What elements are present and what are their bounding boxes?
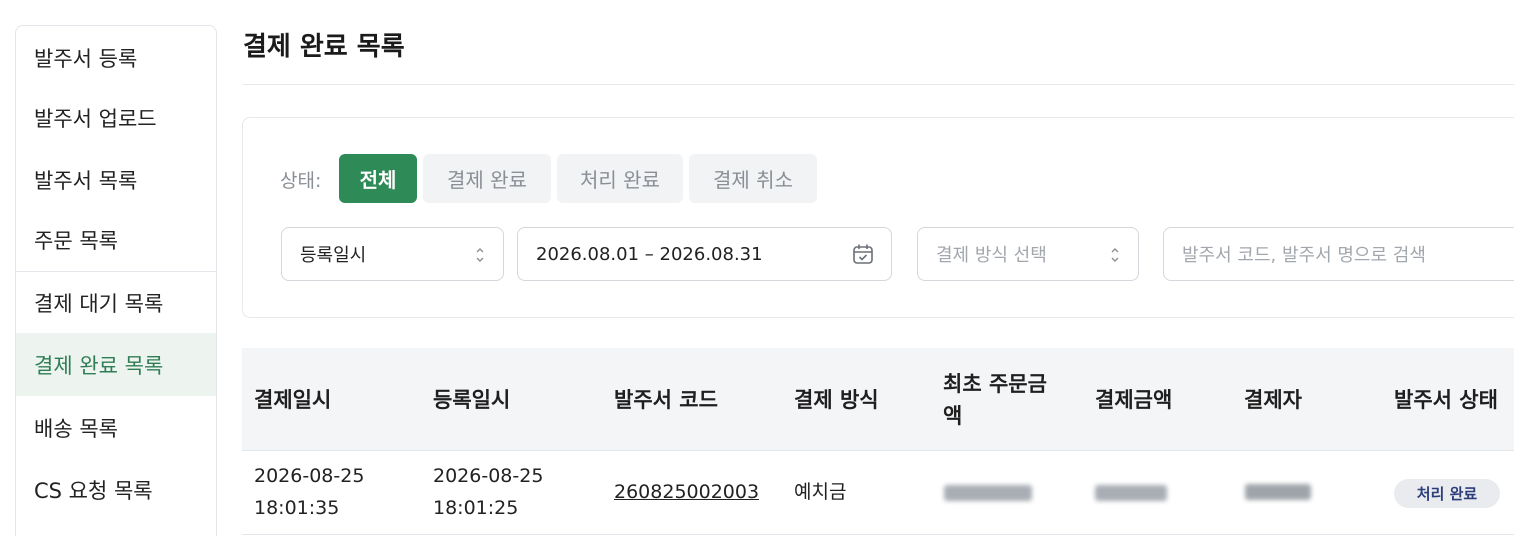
sidebar-item-order-register[interactable]: 발주서 등록	[16, 28, 216, 88]
sidebar-item-label: 발주서 목록	[34, 169, 138, 193]
page-title: 결제 완료 목록	[243, 32, 405, 62]
sidebar-item-label: 주문 목록	[34, 229, 118, 253]
column-header-payer: 결제자	[1244, 388, 1302, 412]
cell-registered-time: 18:01:25	[433, 497, 519, 519]
column-header-initial-amount-wrap: 액	[943, 404, 963, 428]
calendar-icon	[853, 244, 873, 264]
redacted-payer	[1245, 484, 1311, 500]
date-range-picker[interactable]: 2026.08.01 – 2026.08.31	[517, 227, 892, 281]
status-badge: 처리 완료	[1394, 479, 1500, 508]
sidebar-item-label: 결제 완료 목록	[34, 353, 164, 378]
select-arrows-icon	[476, 248, 484, 262]
date-type-value: 등록일시	[300, 245, 367, 266]
table-row[interactable]: 2026-08-25 18:01:35 2026-08-25 18:01:25 …	[242, 451, 1514, 535]
sidebar-item-label: 배송 목록	[34, 417, 118, 441]
column-header-paid-at: 결제일시	[254, 388, 332, 412]
sidebar-item-label: 발주서 등록	[34, 47, 138, 71]
date-type-select[interactable]: 등록일시	[281, 227, 504, 281]
order-code-link[interactable]: 260825002003	[614, 476, 759, 508]
column-header-registered-at: 등록일시	[433, 388, 511, 412]
sidebar-item-order-list[interactable]: 발주서 목록	[16, 150, 216, 210]
redacted-initial-amount	[944, 485, 1032, 501]
sidebar-item-label: CS 요청 목록	[34, 479, 153, 503]
search-placeholder: 발주서 코드, 발주서 명으로 검색	[1182, 245, 1426, 266]
filter-panel: 상태: 전체 결제 완료 처리 완료 결제 취소 등록일시 2026.08.01…	[242, 117, 1514, 318]
column-header-payment-method: 결제 방식	[794, 388, 879, 412]
column-header-order-code: 발주서 코드	[614, 388, 718, 412]
sidebar-item-payment-pending[interactable]: 결제 대기 목록	[16, 273, 216, 333]
sidebar-item-cs-requests[interactable]: CS 요청 목록	[16, 460, 216, 520]
column-header-order-status: 발주서 상태	[1394, 388, 1498, 412]
cell-paid-date: 2026-08-25	[254, 465, 365, 487]
status-chip-all[interactable]: 전체	[339, 154, 417, 203]
column-header-payment-amount: 결제금액	[1095, 388, 1173, 412]
sidebar-item-label: 발주서 업로드	[34, 107, 157, 131]
table-header: 결제일시 등록일시 발주서 코드 결제 방식 최초 주문금 액 결제금액 결제자…	[242, 348, 1514, 451]
select-arrows-icon	[1111, 248, 1119, 262]
title-divider	[243, 84, 1514, 85]
sidebar-item-shipping-list[interactable]: 배송 목록	[16, 398, 216, 458]
payment-method-placeholder: 결제 방식 선택	[936, 245, 1047, 266]
cell-paid-time: 18:01:35	[254, 497, 340, 519]
cell-registered-date: 2026-08-25	[433, 465, 544, 487]
status-chip-payment-complete[interactable]: 결제 완료	[423, 154, 551, 203]
status-chip-processed[interactable]: 처리 완료	[557, 154, 683, 203]
payment-method-select[interactable]: 결제 방식 선택	[917, 227, 1139, 281]
sidebar-item-order-upload[interactable]: 발주서 업로드	[16, 88, 216, 148]
search-input[interactable]: 발주서 코드, 발주서 명으로 검색	[1163, 227, 1514, 281]
sidebar-item-payment-complete[interactable]: 결제 완료 목록	[16, 333, 216, 396]
status-filter-label: 상태:	[280, 170, 322, 192]
date-range-value: 2026.08.01 – 2026.08.31	[536, 243, 763, 265]
sidebar: 발주서 등록 발주서 업로드 발주서 목록 주문 목록 결제 대기 목록 결제 …	[15, 25, 217, 536]
column-header-initial-amount: 최초 주문금	[943, 372, 1047, 396]
sidebar-divider	[16, 271, 216, 272]
sidebar-item-label: 결제 대기 목록	[34, 292, 164, 316]
sidebar-item-purchase-list[interactable]: 주문 목록	[16, 210, 216, 270]
status-chip-payment-cancelled[interactable]: 결제 취소	[689, 154, 817, 203]
redacted-payment-amount	[1095, 485, 1167, 501]
cell-payment-method: 예치금	[794, 481, 847, 503]
